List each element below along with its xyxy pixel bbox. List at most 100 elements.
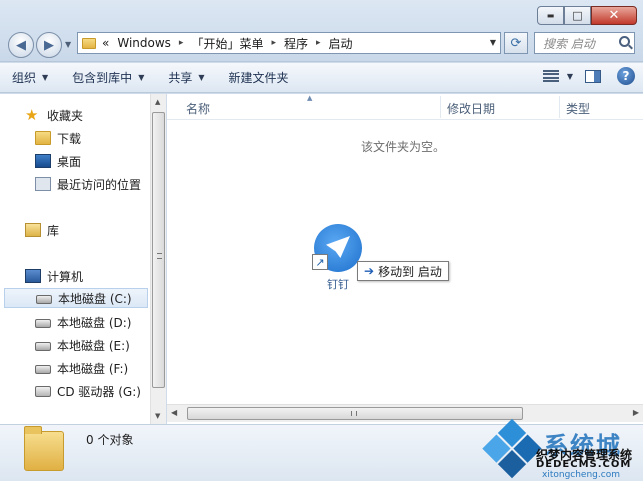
breadcrumb-separator[interactable]: ▸	[179, 38, 184, 48]
file-list-pane: ▲ 名称 修改日期 类型 该文件夹为空。 ↗ 钉钉 ➔ 移动到 启动 ◀ ▶	[167, 94, 643, 424]
search-icon[interactable]	[619, 36, 630, 47]
new-folder-button[interactable]: 新建文件夹	[217, 67, 301, 89]
breadcrumb-startup[interactable]: 启动	[329, 35, 353, 52]
minimize-button[interactable]: ▬	[537, 6, 564, 25]
window-controls: ▬ □ ✕	[537, 6, 637, 25]
empty-folder-message: 该文件夹为空。	[361, 140, 446, 154]
chevron-down-icon[interactable]: ▼	[567, 72, 573, 81]
sidebar-item-label: 下载	[57, 131, 82, 146]
grip-icon	[157, 253, 162, 259]
organize-label: 组织	[12, 71, 37, 85]
back-button[interactable]: ◀	[8, 32, 34, 58]
sidebar-item-drive-d[interactable]: 本地磁盘 (D:)	[35, 312, 131, 332]
sidebar-item-libraries[interactable]: 库	[25, 220, 59, 240]
search-input[interactable]: 搜索 启动	[534, 32, 635, 54]
column-divider[interactable]	[559, 96, 560, 118]
scroll-up-arrow-icon[interactable]: ▲	[155, 98, 160, 106]
move-arrow-icon: ➔	[364, 264, 375, 278]
refresh-icon: ⟳	[510, 35, 522, 51]
close-button[interactable]: ✕	[591, 6, 637, 25]
refresh-button[interactable]: ⟳	[504, 32, 528, 54]
sidebar-item-label: 最近访问的位置	[57, 177, 142, 192]
scrollbar-thumb[interactable]	[152, 112, 165, 388]
sidebar-item-computer[interactable]: 计算机	[25, 266, 83, 286]
shortcut-arrow-icon: ↗	[312, 254, 328, 270]
view-options-icon[interactable]	[542, 70, 559, 82]
object-count: 0 个对象	[86, 433, 134, 447]
column-modified[interactable]: 修改日期	[447, 100, 495, 117]
scroll-left-arrow-icon[interactable]: ◀	[171, 408, 177, 417]
windows-logo-icon	[481, 418, 543, 481]
sidebar-item-label: 桌面	[57, 154, 82, 169]
column-header-row: ▲ 名称 修改日期 类型	[167, 94, 643, 120]
organize-button[interactable]: 组织 ▼	[0, 67, 60, 89]
maximize-icon: □	[572, 9, 583, 22]
title-bar: ▬ □ ✕ ◀ ▶ ▼ « Windows ▸ 「开始」菜单 ▸ 程序 ▸ 启动…	[0, 0, 643, 62]
move-tip-label: 移动到 启动	[378, 264, 442, 279]
wing-icon	[326, 236, 350, 258]
share-button[interactable]: 共享 ▼	[156, 67, 216, 89]
scroll-right-arrow-icon[interactable]: ▶	[633, 408, 639, 417]
sidebar-item-label: 本地磁盘 (F:)	[57, 361, 129, 376]
scroll-down-arrow-icon[interactable]: ▼	[155, 412, 160, 420]
sidebar-item-label: 计算机	[47, 269, 84, 284]
include-in-library-button[interactable]: 包含到库中 ▼	[60, 67, 156, 89]
sidebar-item-downloads[interactable]: 下载	[35, 128, 81, 148]
recent-pages-dropdown[interactable]: ▼	[65, 40, 71, 49]
new-folder-label: 新建文件夹	[228, 71, 289, 85]
star-icon: ★	[25, 106, 39, 124]
address-bar[interactable]: « Windows ▸ 「开始」菜单 ▸ 程序 ▸ 启动 ▼	[77, 32, 501, 54]
watermark-line2: DEDECMS.COM	[536, 459, 632, 470]
forward-button[interactable]: ▶	[36, 32, 62, 58]
watermark-line3: xitongcheng.com	[542, 470, 620, 480]
minimize-icon: ▬	[546, 11, 555, 20]
scrollbar-thumb[interactable]	[187, 407, 523, 420]
sidebar-item-label: 库	[47, 223, 60, 238]
back-arrow-icon: ◀	[16, 37, 26, 53]
column-name[interactable]: 名称	[186, 100, 210, 117]
sidebar-item-favorites[interactable]: ★ 收藏夹	[25, 105, 83, 125]
include-in-library-label: 包含到库中	[72, 71, 133, 85]
navigation-pane: ★ 收藏夹 下载 桌面 最近访问的位置 库 计算机 本地磁盘 (C:) 本地磁盘…	[0, 94, 166, 424]
maximize-button[interactable]: □	[564, 6, 591, 25]
sidebar-item-drive-g[interactable]: CD 驱动器 (G:)	[35, 381, 141, 401]
sidebar-item-label: CD 驱动器 (G:)	[57, 384, 141, 399]
desktop-icon	[35, 154, 51, 168]
watermark: 系统城 织梦内容管理系统 DEDECMS.COM xitongcheng.com	[482, 418, 640, 480]
sidebar-item-label: 本地磁盘 (D:)	[57, 315, 132, 330]
address-dropdown-icon[interactable]: ▼	[490, 38, 496, 47]
cd-drive-icon	[35, 385, 51, 397]
nav-vertical-scrollbar[interactable]: ▲ ▼	[150, 94, 166, 424]
breadcrumb-windows[interactable]: Windows	[117, 36, 171, 50]
chevron-down-icon: ▼	[42, 73, 49, 82]
sidebar-item-drive-c[interactable]: 本地磁盘 (C:)	[4, 288, 148, 308]
move-to-tooltip: ➔ 移动到 启动	[357, 261, 449, 281]
sidebar-item-desktop[interactable]: 桌面	[35, 151, 81, 171]
chevron-down-icon: ▼	[138, 73, 145, 82]
drag-item-label: 钉钉	[327, 278, 349, 291]
column-divider[interactable]	[440, 96, 441, 118]
sidebar-item-recent[interactable]: 最近访问的位置	[35, 174, 141, 194]
drive-icon	[35, 365, 51, 374]
sidebar-item-drive-e[interactable]: 本地磁盘 (E:)	[35, 335, 130, 355]
close-icon: ✕	[608, 8, 620, 23]
help-icon[interactable]: ?	[617, 67, 635, 85]
address-chevron[interactable]: «	[102, 36, 109, 50]
computer-icon	[25, 269, 41, 283]
chevron-down-icon: ▼	[198, 73, 205, 82]
downloads-folder-icon	[35, 131, 51, 145]
breadcrumb-separator[interactable]: ▸	[271, 38, 276, 48]
breadcrumb-start-menu[interactable]: 「开始」菜单	[191, 35, 263, 52]
breadcrumb-separator[interactable]: ▸	[316, 38, 321, 48]
search-placeholder: 搜索 启动	[543, 36, 595, 51]
preview-pane-icon[interactable]	[585, 69, 601, 83]
horizontal-scrollbar[interactable]: ◀ ▶	[167, 404, 643, 422]
sidebar-item-drive-f[interactable]: 本地磁盘 (F:)	[35, 358, 128, 378]
drive-icon	[36, 295, 52, 304]
drive-icon	[35, 342, 51, 351]
sort-indicator-icon: ▲	[307, 94, 313, 102]
toolbar-right: ▼ ?	[542, 67, 635, 85]
breadcrumb-programs[interactable]: 程序	[284, 35, 308, 52]
column-type[interactable]: 类型	[566, 100, 590, 117]
recent-places-icon	[35, 177, 51, 191]
